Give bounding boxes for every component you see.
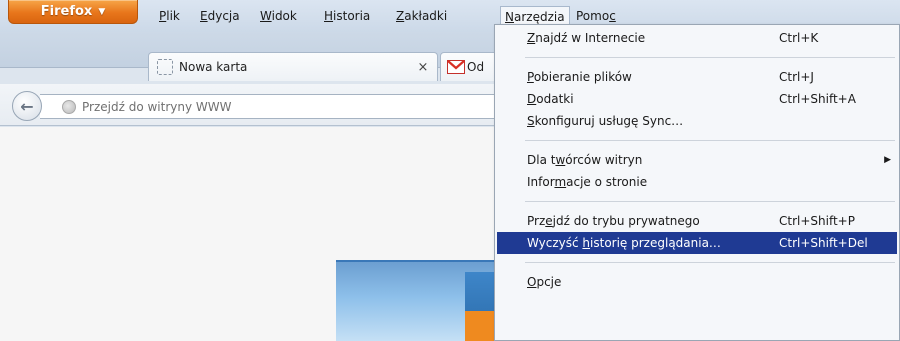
menu-pomoc-pre: Pomo (576, 9, 610, 23)
menu-historia-rest: istoria (333, 9, 371, 23)
menu-pomoc-key: c (609, 9, 616, 23)
menuitem-dla-tworcow-witryn[interactable]: Dla twórców witryn ▶ (497, 149, 897, 171)
menuitem-pre: Dla t (527, 153, 556, 167)
menu-zakladki-key: Z (396, 9, 405, 23)
menuitem-shortcut: Ctrl+K (779, 31, 819, 45)
menu-historia-key: H (324, 9, 334, 23)
menuitem-post: acje o stronie (566, 175, 648, 189)
blank-page-icon (157, 59, 173, 75)
menuitem-pobieranie-plikow[interactable]: Pobieranie plików Ctrl+J (497, 66, 897, 88)
menu-widok[interactable]: Widok (256, 6, 301, 28)
menu-zakladki[interactable]: Zakładki (392, 6, 451, 28)
menu-widok-rest: idok (271, 9, 297, 23)
menuitem-shortcut: Ctrl+Shift+A (779, 92, 856, 106)
menuitem-post: órców witryn (565, 153, 643, 167)
menuitem-pre: Wyczyść (527, 236, 583, 250)
menuitem-key: S (527, 114, 535, 128)
menuitem-post: jdź do trybu prywatnego (552, 214, 700, 228)
menuitem-shortcut: Ctrl+Shift+P (779, 214, 855, 228)
menuitem-pre: Infor (527, 175, 555, 189)
menu-edycja[interactable]: Edycja (196, 6, 244, 28)
menu-separator (525, 140, 895, 141)
submenu-arrow-icon: ▶ (884, 155, 891, 165)
menu-separator (525, 262, 895, 263)
close-icon[interactable]: × (413, 60, 433, 75)
back-button[interactable]: ← (12, 91, 42, 121)
menu-separator (525, 57, 895, 58)
tab-gmail-title: Od (467, 60, 485, 74)
globe-icon (62, 99, 76, 114)
gmail-icon (447, 60, 465, 74)
menuitem-shortcut: Ctrl+Shift+Del (779, 236, 868, 250)
url-bar[interactable]: Przejdź do witryny WWW (40, 94, 510, 119)
menuitem-post: konfiguruj usługę Sync… (534, 114, 684, 128)
menu-plik[interactable]: Plik (155, 6, 184, 28)
menu-zakladki-rest: akładki (404, 9, 448, 23)
narzedzia-dropdown: Znajdź w Internecie Ctrl+K Pobieranie pl… (494, 24, 900, 341)
menu-plik-rest: lik (166, 9, 180, 23)
menuitem-wyczysc-historie[interactable]: Wyczyść historię przeglądania… Ctrl+Shif… (497, 232, 897, 254)
menuitem-key: m (554, 175, 567, 189)
menuitem-pre: Prz (527, 214, 546, 228)
menu-separator (525, 201, 895, 202)
menuitem-post: odatki (536, 92, 574, 106)
menu-widok-key: W (260, 9, 272, 23)
menuitem-znajdz-w-internecie[interactable]: Znajdź w Internecie Ctrl+K (497, 27, 897, 49)
caret-down-icon: ▼ (98, 6, 106, 17)
tab-nowa-karta[interactable]: Nowa karta × (148, 52, 438, 81)
logo-image (465, 272, 495, 341)
menuitem-post: najdź w Internecie (535, 31, 646, 45)
menuitem-informacje-o-stronie[interactable]: Informacje o stronie (497, 171, 897, 193)
menuitem-key: P (527, 70, 534, 84)
url-placeholder: Przejdź do witryny WWW (82, 99, 232, 114)
menu-edycja-key: E (200, 9, 208, 23)
menuitem-key: e (545, 214, 553, 228)
menu-narzedzia-rest: arzędzia (513, 10, 565, 24)
menu-narzedzia-key: N (505, 10, 514, 24)
menuitem-key: Z (527, 31, 536, 45)
tab-title: Nowa karta (179, 60, 248, 74)
menuitem-key: w (555, 153, 566, 167)
menuitem-skonfiguruj-sync[interactable]: Skonfiguruj usługę Sync… (497, 110, 897, 132)
menuitem-key: D (527, 92, 537, 106)
menuitem-shortcut: Ctrl+J (779, 70, 814, 84)
menuitem-post: obieranie plików (533, 70, 632, 84)
firefox-button-label: Firefox (40, 4, 93, 19)
logo-orange-block (465, 311, 495, 341)
menuitem-opcje[interactable]: Opcje (497, 271, 897, 293)
menuitem-dodatki[interactable]: Dodatki Ctrl+Shift+A (497, 88, 897, 110)
back-arrow-icon: ← (20, 96, 34, 116)
firefox-menu-button[interactable]: Firefox ▼ (8, 0, 138, 24)
menuitem-tryb-prywatny[interactable]: Przejdź do trybu prywatnego Ctrl+Shift+P (497, 210, 897, 232)
menuitem-post: pcje (536, 275, 562, 289)
menu-historia[interactable]: Historia (320, 6, 374, 28)
menuitem-post: istorię przeglądania… (590, 236, 721, 250)
menu-edycja-rest: dycja (207, 9, 240, 23)
menuitem-key: h (582, 236, 591, 250)
